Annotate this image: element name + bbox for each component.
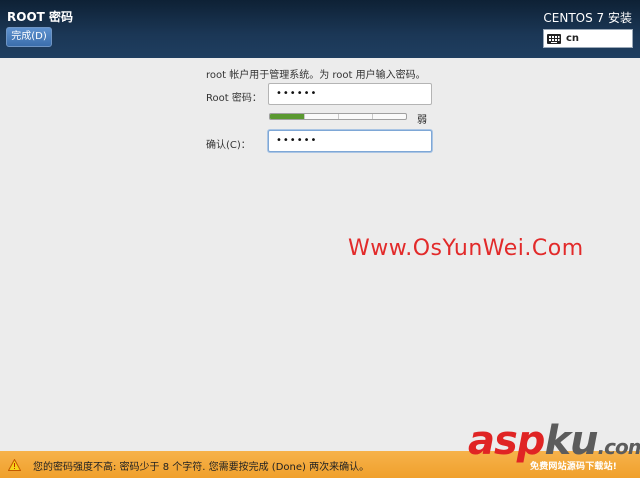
logo-part-com: .com [597,435,640,459]
logo-part-ku: ku [544,418,598,464]
password-strength-meter [269,113,407,120]
done-button[interactable]: 完成(D) [6,27,52,47]
keyboard-icon [547,33,561,44]
meter-tick [372,114,373,119]
password-strength-fill [270,114,304,119]
root-password-label: Root 密码： [206,93,262,104]
warning-icon [8,459,21,471]
confirm-password-field[interactable]: •••••• [268,130,432,152]
keyboard-layout-label: cn [566,33,580,44]
root-password-field[interactable]: •••••• [268,83,432,105]
meter-tick [304,114,305,119]
product-title: CENTOS 7 安装 [543,11,632,25]
keyboard-layout-indicator[interactable]: cn [543,29,633,48]
warning-text: 您的密码强度不高: 密码少于 8 个字符. 您需要按完成 (Done) 两次来确… [33,462,370,473]
aspku-logo: aspku.com [468,418,640,464]
header-bar: ROOT 密码 完成(D) CENTOS 7 安装 cn [0,0,640,58]
logo-part-asp: asp [468,418,545,464]
page-title: ROOT 密码 [7,10,74,24]
info-text: root 帐户用于管理系统。为 root 用户输入密码。 [206,70,426,81]
logo-subtitle: 免费网站源码下载站! [530,462,618,472]
watermark-text: Www.OsYunWei.Com [348,236,584,261]
meter-tick [338,114,339,119]
confirm-password-label: 确认(C)： [206,140,251,151]
password-strength-label: 弱 [417,115,427,126]
